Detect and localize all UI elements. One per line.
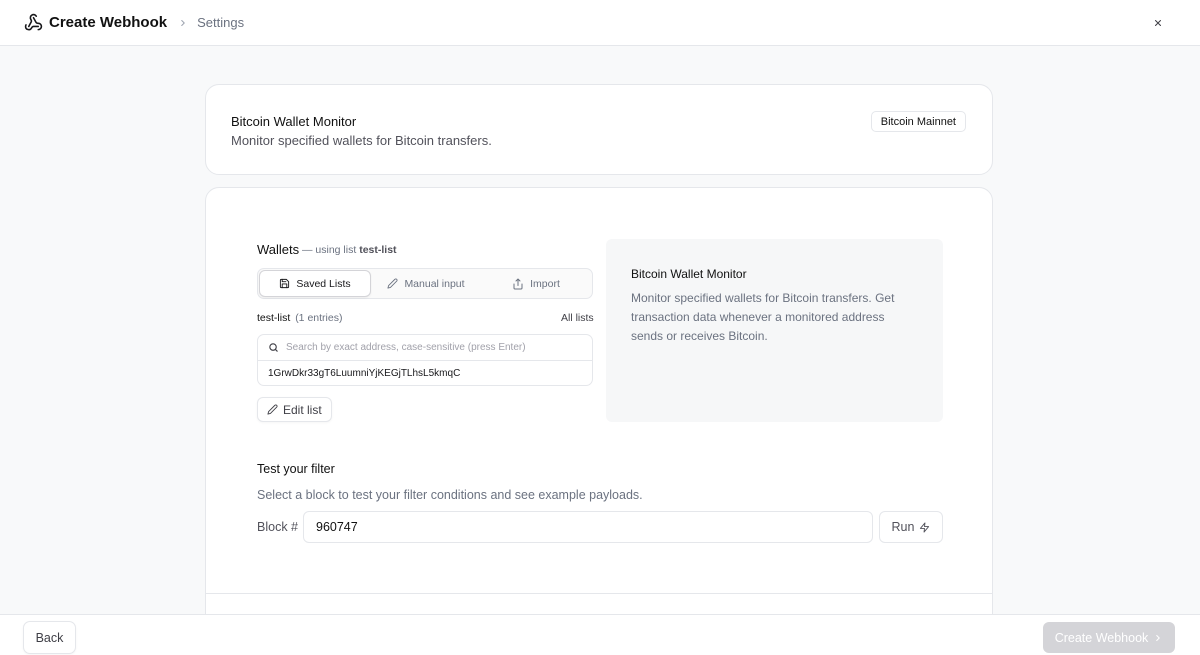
breadcrumb-settings[interactable]: Settings (197, 15, 244, 30)
test-filter-title: Test your filter (257, 462, 335, 476)
save-icon (280, 278, 290, 289)
block-number-input[interactable] (303, 511, 873, 543)
block-number-label: Block # (257, 520, 298, 534)
tab-saved-lists[interactable]: Saved Lists (259, 270, 371, 297)
run-label: Run (891, 520, 915, 534)
list-name: test-list (1 entries) (257, 312, 342, 324)
tab-manual-input-label: Manual input (404, 277, 465, 290)
wallets-label: Wallets (257, 242, 300, 257)
edit-list-button[interactable]: Edit list (257, 397, 332, 422)
list-count: (1 entries) (295, 312, 343, 324)
summary-card: Bitcoin Wallet Monitor Monitor specified… (205, 84, 993, 175)
page-title: Create Webhook (49, 14, 168, 31)
test-filter-subtitle: Select a block to test your filter condi… (257, 488, 643, 502)
chevron-right-icon (1156, 634, 1161, 641)
info-panel: Bitcoin Wallet Monitor Monitor specified… (606, 239, 943, 422)
all-lists-link[interactable]: All lists (561, 312, 594, 324)
info-body: Monitor specified wallets for Bitcoin tr… (631, 291, 895, 343)
pencil-icon (387, 278, 398, 289)
config-card: Wallets — using list test-list Saved Lis… (205, 187, 993, 655)
edit-list-label: Edit list (283, 402, 322, 417)
back-button[interactable]: Back (23, 621, 76, 654)
tab-import-label: Import (530, 277, 560, 290)
summary-subtitle: Monitor specified wallets for Bitcoin tr… (231, 133, 492, 148)
list-name-text: test-list (257, 312, 291, 324)
network-badge: Bitcoin Mainnet (870, 111, 966, 132)
tab-saved-lists-label: Saved Lists (296, 277, 351, 290)
address-search-input[interactable] (286, 342, 586, 353)
summary-title: Bitcoin Wallet Monitor (231, 114, 357, 129)
pencil-icon (267, 404, 278, 415)
search-icon (269, 343, 278, 352)
card-divider (206, 593, 992, 594)
top-bar: Create Webhook Settings (0, 0, 1200, 46)
wallet-list: 1GrwDkr33gT6LuumniYjKEGjTLhsL5kmqC (257, 334, 593, 386)
list-item[interactable]: 1GrwDkr33gT6LuumniYjKEGjTLhsL5kmqC (258, 361, 592, 385)
info-title: Bitcoin Wallet Monitor (631, 267, 747, 281)
zap-icon (920, 521, 930, 533)
upload-icon (513, 278, 523, 289)
run-button[interactable]: Run (879, 511, 943, 543)
wallets-meta-list: test-list (359, 244, 397, 256)
wallets-meta-prefix: — using list (302, 244, 357, 256)
chevron-right-icon (178, 18, 188, 28)
tab-import[interactable]: Import (481, 270, 591, 297)
create-webhook-button[interactable]: Create Webhook (1043, 622, 1175, 653)
close-icon[interactable] (1150, 15, 1166, 31)
wallet-source-tabs: Saved Lists Manual input Import (257, 268, 593, 299)
footer-bar: Back Create Webhook (0, 614, 1200, 655)
list-search (258, 335, 592, 361)
webhook-icon (23, 13, 43, 33)
create-webhook-label: Create Webhook (1054, 630, 1149, 645)
tab-manual-input[interactable]: Manual input (371, 270, 481, 297)
wallets-meta: — using list test-list (302, 244, 397, 256)
